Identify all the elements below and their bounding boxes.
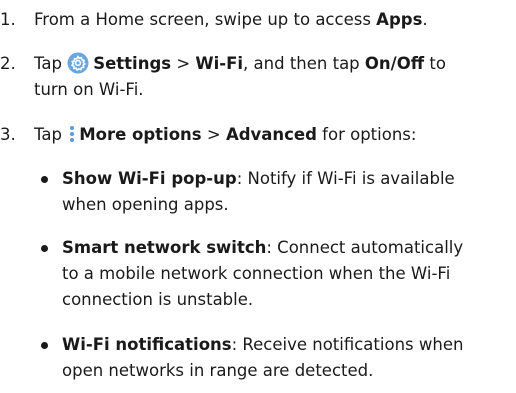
step-number: 2. bbox=[0, 54, 16, 73]
apps-label: Apps bbox=[376, 10, 423, 29]
settings-label: Settings bbox=[93, 54, 172, 73]
bullet-icon bbox=[41, 342, 48, 349]
step-text-part: . bbox=[422, 10, 428, 29]
on-off-label: On/Off bbox=[364, 54, 425, 73]
more-options-icon bbox=[67, 123, 77, 145]
option-term: Show Wi-Fi pop-up bbox=[62, 169, 237, 188]
option-term: Wi-Fi notifications bbox=[62, 335, 232, 354]
option-description: to a mobile network connection when the … bbox=[62, 264, 451, 283]
step-text-part: Tap bbox=[34, 125, 68, 144]
step-text-part: From a Home screen, swipe up to access bbox=[34, 10, 377, 29]
option-description: : Notify if Wi-Fi is available bbox=[236, 169, 455, 188]
separator: > bbox=[171, 54, 196, 73]
step-text-part: for options: bbox=[316, 125, 417, 144]
step-text: Tap Settings > Wi-Fi, and then tap On/Of… bbox=[34, 51, 516, 103]
step-text: Tap More options > Advanced for options: bbox=[34, 122, 516, 148]
step-text-part: , and then tap bbox=[243, 54, 365, 73]
more-options-label: More options bbox=[79, 125, 202, 144]
advanced-label: Advanced bbox=[225, 125, 317, 144]
option-term: Smart network switch bbox=[62, 238, 267, 257]
step-number: 3. bbox=[0, 125, 16, 144]
step-text-part: turn on Wi-Fi. bbox=[34, 80, 144, 99]
list-item-text: Smart network switch: Connect automatica… bbox=[62, 235, 514, 313]
option-description: open networks in range are detected. bbox=[62, 361, 374, 380]
option-description: connection is unstable. bbox=[62, 290, 254, 309]
bullet-icon bbox=[41, 176, 48, 183]
option-description: : Connect automatically bbox=[266, 238, 464, 257]
bullet-icon bbox=[41, 245, 48, 252]
step-text-part: Tap bbox=[34, 54, 68, 73]
step-text: From a Home screen, swipe up to access A… bbox=[34, 7, 516, 33]
wifi-label: Wi-Fi bbox=[195, 54, 244, 73]
step-text-part: to bbox=[424, 54, 446, 73]
option-description: : Receive notifications when bbox=[231, 335, 464, 354]
list-item-text: Wi-Fi notifications: Receive notificatio… bbox=[62, 332, 514, 384]
list-item-text: Show Wi-Fi pop-up: Notify if Wi-Fi is av… bbox=[62, 166, 514, 218]
separator: > bbox=[201, 125, 226, 144]
step-number: 1. bbox=[0, 10, 16, 29]
option-description: when opening apps. bbox=[62, 195, 229, 214]
settings-gear-icon bbox=[67, 52, 89, 74]
